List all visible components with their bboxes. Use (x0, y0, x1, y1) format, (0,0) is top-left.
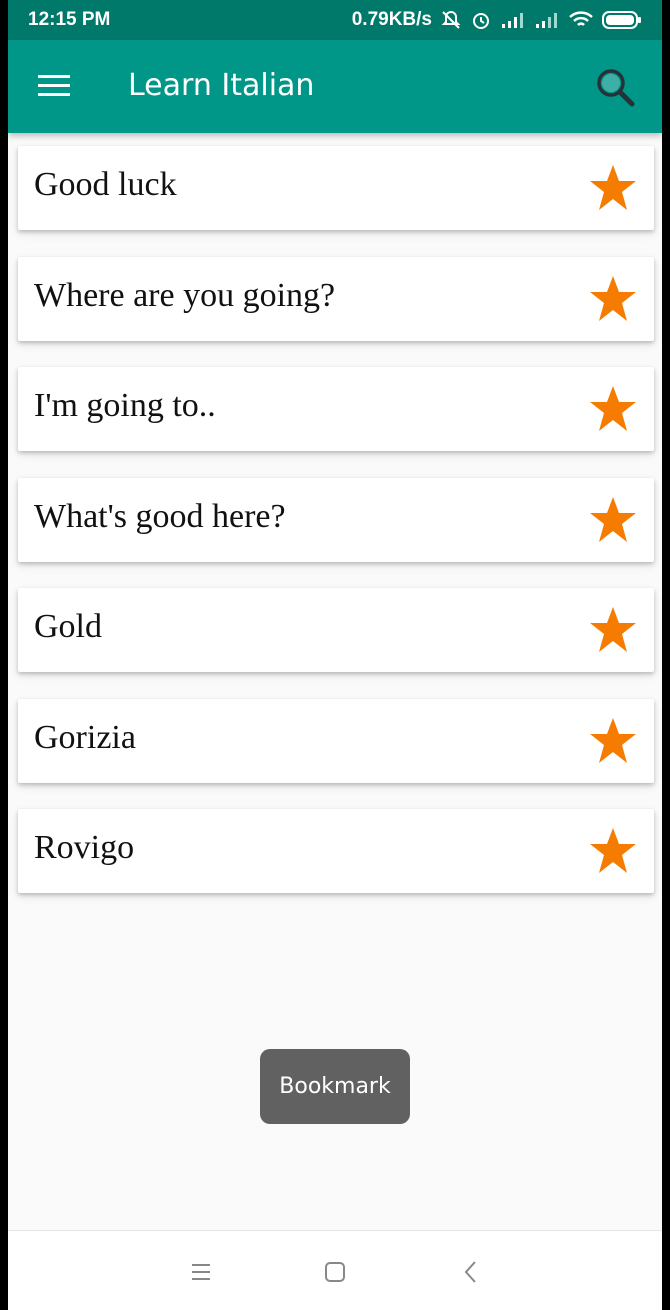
signal-icon (500, 11, 526, 29)
screen: 12:15 PM 0.79KB/s Learn Italian Good luc… (8, 0, 662, 1310)
list-item[interactable]: Gorizia (18, 699, 654, 783)
list-item-text: What's good here? (34, 498, 286, 535)
system-nav-bar (8, 1230, 662, 1310)
list-item-text: Where are you going? (34, 277, 336, 314)
back-icon[interactable] (456, 1257, 486, 1287)
toast-message: Bookmark (260, 1049, 410, 1124)
list-item-text: Good luck (34, 166, 177, 203)
list-item[interactable]: Gold (18, 588, 654, 672)
status-icons: 0.79KB/s (352, 9, 642, 31)
alarm-clock-icon (470, 9, 492, 31)
star-icon[interactable] (588, 496, 638, 544)
list-item-text: Gorizia (34, 719, 136, 756)
net-speed: 0.79KB/s (351, 9, 432, 30)
star-icon[interactable] (588, 827, 638, 875)
muted-alarm-icon (440, 9, 462, 31)
battery-icon (602, 10, 642, 30)
home-icon[interactable] (320, 1257, 350, 1287)
list-item[interactable]: Rovigo (18, 809, 654, 893)
list-item[interactable]: What's good here? (18, 478, 654, 562)
star-icon[interactable] (588, 275, 638, 323)
status-time: 12:15 PM (28, 9, 111, 30)
status-bar: 12:15 PM 0.79KB/s (8, 0, 662, 40)
star-icon[interactable] (588, 606, 638, 654)
hamburger-menu-icon[interactable] (38, 73, 72, 99)
app-bar: Learn Italian (8, 40, 662, 133)
recents-icon[interactable] (186, 1257, 216, 1287)
list-item-text: I'm going to.. (34, 387, 216, 424)
signal-icon (534, 11, 560, 29)
list-item-text: Rovigo (34, 829, 135, 866)
search-icon[interactable] (594, 66, 636, 108)
list-item[interactable]: Where are you going? (18, 257, 654, 341)
list-item[interactable]: I'm going to.. (18, 367, 654, 451)
wifi-icon (568, 10, 594, 30)
star-icon[interactable] (588, 717, 638, 765)
list-item[interactable]: Good luck (18, 146, 654, 230)
list-item-text: Gold (34, 608, 102, 645)
page-title: Learn Italian (128, 68, 315, 103)
star-icon[interactable] (588, 385, 638, 433)
star-icon[interactable] (588, 164, 638, 212)
